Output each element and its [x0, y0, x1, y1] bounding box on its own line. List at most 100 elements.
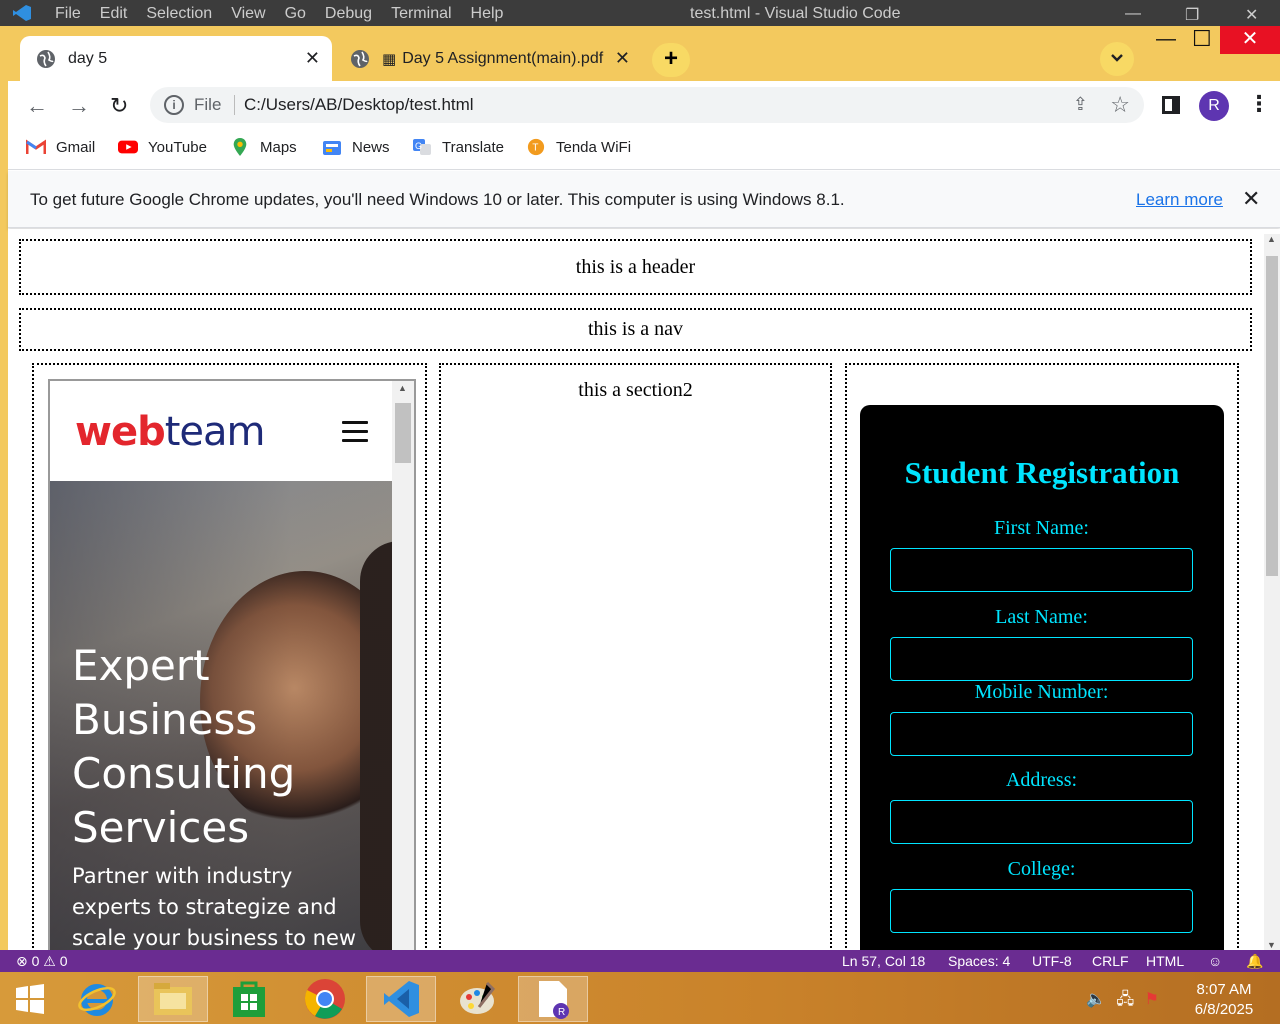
- vscode-window-title: test.html - Visual Studio Code: [690, 5, 901, 22]
- bookmark-youtube[interactable]: YouTube: [118, 138, 207, 156]
- page-viewport: this is a header this is a nav webteam E…: [8, 229, 1280, 950]
- infobar-message: To get future Google Chrome updates, you…: [30, 190, 845, 209]
- address-field: Address:: [890, 769, 1193, 844]
- bookmark-news[interactable]: News: [322, 138, 390, 156]
- windows-taskbar: R 🔈 🖧 ⚑ 8:07 AM 6/8/2025: [0, 972, 1280, 1024]
- tenda-icon: T: [527, 138, 545, 156]
- vscode-title-bar: File Edit Selection View Go Debug Termin…: [0, 0, 1280, 26]
- chrome-maximize-icon[interactable]: ☐: [1192, 26, 1212, 52]
- frame-scroll-thumb[interactable]: [395, 403, 411, 463]
- bookmark-label: News: [352, 138, 390, 156]
- hamburger-menu-icon[interactable]: [342, 421, 368, 448]
- scroll-down-icon[interactable]: ▼: [1267, 940, 1276, 950]
- chrome-menu-icon[interactable]: ⋮: [1248, 91, 1270, 117]
- language-mode[interactable]: HTML: [1146, 953, 1184, 969]
- vscode-menu-selection[interactable]: Selection: [146, 5, 212, 23]
- bookmark-translate[interactable]: G Translate: [412, 138, 504, 156]
- vscode-taskbar-icon[interactable]: [366, 976, 436, 1022]
- tab-day-5[interactable]: day 5 ✕: [20, 36, 332, 81]
- vscode-menu-help[interactable]: Help: [471, 5, 504, 23]
- notifications-bell-icon[interactable]: 🔔: [1246, 953, 1263, 970]
- action-center-flag-icon[interactable]: ⚑: [1145, 991, 1159, 1008]
- bookmark-tenda-wifi[interactable]: T Tenda WiFi: [526, 138, 631, 156]
- vscode-minimize-icon[interactable]: —: [1125, 5, 1141, 23]
- share-icon[interactable]: ⇪: [1073, 94, 1088, 115]
- page-header: this is a header: [19, 239, 1252, 295]
- bookmark-label: Translate: [442, 138, 504, 156]
- tab-close-icon[interactable]: ✕: [305, 48, 320, 69]
- indentation[interactable]: Spaces: 4: [948, 953, 1010, 969]
- calendar-icon: ▦: [382, 50, 397, 68]
- first-name-input[interactable]: [890, 548, 1193, 592]
- infobar-close-icon[interactable]: ✕: [1242, 186, 1260, 212]
- webteam-logo[interactable]: webteam: [75, 409, 265, 455]
- document-app-icon[interactable]: R: [518, 976, 588, 1022]
- chrome-close-icon[interactable]: ✕: [1220, 26, 1280, 54]
- tab-close-icon[interactable]: ✕: [615, 48, 630, 69]
- feedback-icon[interactable]: ☺: [1208, 953, 1222, 969]
- hero-text: Partner with industry experts to strateg…: [72, 864, 357, 950]
- hero-title-line: Consulting: [72, 749, 296, 798]
- scroll-up-icon[interactable]: ▲: [1267, 234, 1276, 244]
- page-scrollbar[interactable]: ▲ ▼: [1264, 234, 1280, 950]
- network-icon[interactable]: 🖧: [1116, 991, 1134, 1008]
- address-input[interactable]: [890, 800, 1193, 844]
- tab-assignment-pdf[interactable]: ▦ Day 5 Assignment(main).pdf ✕: [334, 36, 642, 81]
- tab-label: Day 5 Assignment(main).pdf: [402, 49, 604, 67]
- college-label: College:: [1007, 858, 1076, 880]
- tab-label: day 5: [68, 49, 108, 67]
- paint-icon[interactable]: [442, 976, 512, 1022]
- cursor-position[interactable]: Ln 57, Col 18: [842, 953, 925, 969]
- side-panel-icon[interactable]: [1162, 96, 1180, 114]
- line-ending[interactable]: CRLF: [1092, 953, 1129, 969]
- internet-explorer-icon[interactable]: [62, 976, 132, 1022]
- embedded-site-header: webteam: [50, 381, 394, 481]
- vscode-menu-file[interactable]: File: [55, 5, 81, 23]
- chrome-taskbar-icon[interactable]: [290, 976, 360, 1022]
- vscode-menu-view[interactable]: View: [231, 5, 265, 23]
- chrome-minimize-icon[interactable]: —: [1156, 28, 1176, 51]
- address-bar[interactable]: i File C:/Users/AB/Desktop/test.html ⇪ ☆: [150, 87, 1144, 123]
- vscode-menu-go[interactable]: Go: [285, 5, 306, 23]
- frame-scrollbar[interactable]: ▲: [392, 381, 414, 950]
- reload-icon[interactable]: ↻: [110, 93, 128, 119]
- college-input[interactable]: [890, 889, 1193, 933]
- new-tab-button[interactable]: +: [652, 43, 690, 77]
- embedded-site-frame[interactable]: webteam Expert Business Consulting Servi…: [48, 379, 416, 950]
- scroll-up-icon[interactable]: ▲: [398, 383, 407, 393]
- logo-team-text: team: [164, 409, 266, 455]
- bookmark-star-icon[interactable]: ☆: [1110, 92, 1130, 118]
- start-windows-icon[interactable]: [0, 976, 60, 1022]
- profile-avatar[interactable]: R: [1199, 91, 1229, 121]
- mobile-number-input[interactable]: [890, 712, 1193, 756]
- svg-text:R: R: [558, 1007, 565, 1018]
- store-icon[interactable]: [214, 976, 284, 1022]
- volume-icon[interactable]: 🔈: [1086, 991, 1106, 1008]
- vscode-close-icon[interactable]: ✕: [1245, 5, 1258, 25]
- vscode-status-bar: ⊗ 0 ⚠ 0 Ln 57, Col 18 Spaces: 4 UTF-8 CR…: [0, 950, 1280, 972]
- maps-pin-icon: [233, 138, 247, 156]
- learn-more-link[interactable]: Learn more: [1136, 190, 1223, 210]
- encoding[interactable]: UTF-8: [1032, 953, 1072, 969]
- back-arrow-icon[interactable]: ←: [26, 93, 48, 119]
- bookmark-gmail[interactable]: Gmail: [26, 138, 95, 156]
- vscode-restore-icon[interactable]: ❐: [1185, 5, 1199, 25]
- hero-title: Expert Business Consulting Services: [72, 639, 372, 855]
- problems-indicator[interactable]: ⊗ 0 ⚠ 0: [16, 953, 68, 970]
- address-url[interactable]: C:/Users/AB/Desktop/test.html: [244, 95, 474, 115]
- clock[interactable]: 8:07 AM 6/8/2025: [1176, 980, 1272, 1020]
- svg-text:G: G: [415, 141, 422, 151]
- forward-arrow-icon[interactable]: →: [68, 93, 90, 119]
- bookmark-maps[interactable]: Maps: [230, 138, 297, 156]
- vscode-menu-debug[interactable]: Debug: [325, 5, 372, 23]
- vscode-menu-terminal[interactable]: Terminal: [391, 5, 451, 23]
- last-name-input[interactable]: [890, 637, 1193, 681]
- tab-search-chevron-icon[interactable]: [1100, 42, 1134, 76]
- bookmarks-bar: Gmail YouTube Maps News G Translate T Te…: [8, 131, 1280, 170]
- vscode-menu-edit[interactable]: Edit: [100, 5, 128, 23]
- clock-time: 8:07 AM: [1196, 981, 1252, 998]
- page-scroll-thumb[interactable]: [1266, 256, 1278, 576]
- file-explorer-icon[interactable]: [138, 976, 208, 1022]
- first-name-label: First Name:: [994, 517, 1089, 539]
- site-info-icon[interactable]: i: [164, 95, 184, 115]
